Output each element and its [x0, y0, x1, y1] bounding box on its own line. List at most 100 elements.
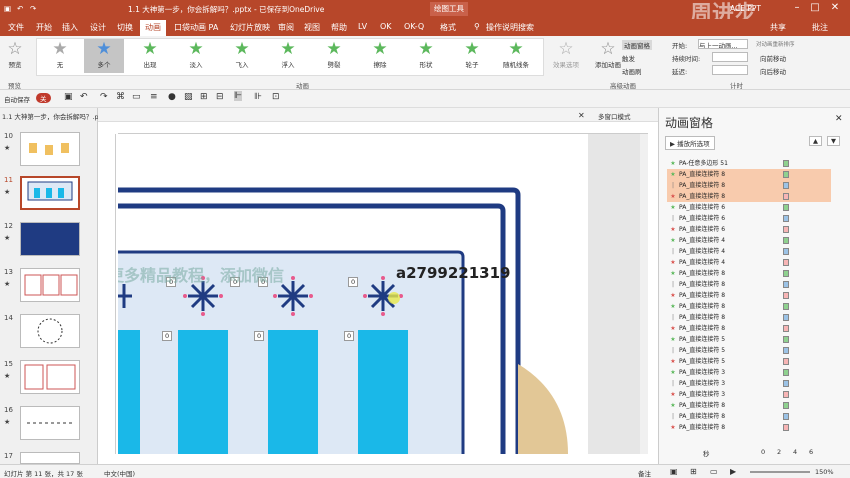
arrange-icon[interactable]: ⊟ [216, 92, 224, 102]
slide-thumbnail[interactable] [20, 452, 80, 464]
view-mode-toggle[interactable]: 多窗口模式 [598, 111, 631, 121]
redo-icon[interactable]: ↷ [100, 92, 108, 102]
animation-item[interactable]: | PA_直接连接符 8 [667, 312, 831, 323]
undo-icon[interactable]: ↶ [80, 92, 88, 102]
effect-fade[interactable]: ★ 淡入 [176, 39, 216, 73]
minimize-icon[interactable]: – [790, 2, 804, 16]
circle-icon[interactable]: ● [168, 92, 176, 102]
animation-painter-button[interactable]: 动画刷 [622, 66, 642, 76]
effect-options-button[interactable]: ☆ 效果选项 [546, 39, 586, 73]
save-icon[interactable]: ▣ [4, 4, 11, 13]
start-select[interactable]: 与上一动画... [698, 39, 748, 49]
slide-thumbnail[interactable] [20, 132, 80, 166]
effect-none[interactable]: ★ 无 [40, 39, 80, 73]
slide-sorter-icon[interactable]: ⊞ [690, 467, 697, 476]
animation-item[interactable]: ★ PA_直接连接符 8 [667, 301, 831, 312]
tab-review[interactable]: 审阅 [278, 22, 294, 33]
tab-file[interactable]: 文件 [8, 22, 24, 33]
slideshow-icon[interactable]: ▶ [730, 467, 736, 476]
slide-thumbnail[interactable] [20, 222, 80, 256]
move-earlier-button[interactable]: 向前移动 [760, 53, 786, 63]
effect-appear[interactable]: ★ 出现 [130, 39, 170, 73]
animation-item[interactable]: ★ PA_直接连接符 8 [667, 422, 831, 433]
autosave-toggle[interactable]: 关 [36, 93, 51, 103]
animation-item[interactable]: ★ PA_直接连接符 8 [667, 268, 831, 279]
animation-item[interactable]: ★ PA_直接连接符 4 [667, 235, 831, 246]
animation-item[interactable]: ★ PA_直接连接符 8 [667, 290, 831, 301]
tab-slideshow[interactable]: 幻灯片放映 [230, 22, 270, 33]
animation-item[interactable]: ★ PA_直接连接符 8 [667, 323, 831, 334]
tab-format[interactable]: 格式 [440, 22, 456, 33]
redo-icon[interactable]: ↷ [30, 4, 36, 13]
animation-item[interactable]: ★ PA_直接连接符 8 [667, 400, 831, 411]
share-button[interactable]: 共享 [770, 22, 786, 33]
animation-item[interactable]: ★ PA_直接连接符 8 [667, 169, 831, 180]
document-tab[interactable]: 1.1 大神第一步，你会拆解吗？.pptx [0, 108, 98, 122]
duration-input[interactable] [712, 52, 748, 62]
effect-shape[interactable]: ★ 形状 [406, 39, 446, 73]
tab-insert[interactable]: 插入 [62, 22, 78, 33]
tab-animations[interactable]: 动画 [140, 20, 166, 36]
delay-input[interactable] [712, 65, 748, 75]
distribute-vertical-icon[interactable]: ⊪ [254, 92, 262, 102]
animation-item[interactable]: | PA_直接连接符 8 [667, 279, 831, 290]
animation-item[interactable]: | PA_直接连接符 6 [667, 213, 831, 224]
animation-item[interactable]: ★ PA_直接连接符 8 [667, 191, 831, 202]
effect-multiple[interactable]: ★ 多个 [84, 39, 124, 73]
tab-design[interactable]: 设计 [90, 22, 106, 33]
animation-item[interactable]: | PA_直接连接符 8 [667, 180, 831, 191]
animation-item[interactable]: ★ PA_直接连接符 3 [667, 389, 831, 400]
trigger-button[interactable]: 触发 [622, 53, 635, 63]
move-later-button[interactable]: 向后移动 [760, 66, 786, 76]
effect-wipe[interactable]: ★ 擦除 [360, 39, 400, 73]
animation-item[interactable]: | PA_直接连接符 4 [667, 246, 831, 257]
animation-item[interactable]: ★ PA_直接连接符 4 [667, 257, 831, 268]
effect-split[interactable]: ★ 劈裂 [314, 39, 354, 73]
animation-item[interactable]: ★ PA_直接连接符 6 [667, 224, 831, 235]
tab-lv[interactable]: LV [358, 22, 367, 31]
animation-item[interactable]: ★ PA_直接连接符 6 [667, 202, 831, 213]
close-icon[interactable]: ✕ [835, 114, 843, 124]
animation-item[interactable]: | PA_直接连接符 3 [667, 378, 831, 389]
comment-button[interactable]: 批注 [812, 22, 828, 33]
slide-thumbnail[interactable] [20, 314, 80, 348]
tab-view[interactable]: 视图 [304, 22, 320, 33]
close-icon[interactable]: ✕ [828, 2, 842, 16]
effect-fly-in[interactable]: ★ 飞入 [222, 39, 262, 73]
animation-item[interactable]: ★ PA-任意多边形 51 [667, 158, 831, 169]
preview-button[interactable]: ☆ 预览 [0, 39, 30, 73]
animation-item[interactable]: | PA_直接连接符 8 [667, 411, 831, 422]
image-icon[interactable]: ▧ [184, 92, 193, 102]
notes-button[interactable]: 备注 [638, 468, 651, 478]
size-icon[interactable]: ⊡ [272, 92, 280, 102]
search-icon[interactable]: ⚲ [474, 22, 480, 31]
tab-transitions[interactable]: 切换 [117, 22, 133, 33]
animation-item[interactable]: ★ PA_直接连接符 5 [667, 356, 831, 367]
tell-me-search[interactable]: 操作说明搜索 [486, 22, 534, 33]
effect-random-bars[interactable]: ★ 随机线条 [496, 39, 536, 73]
move-up-button[interactable]: ▲ [809, 136, 822, 146]
undo-icon[interactable]: ↶ [17, 4, 23, 13]
tab-pocket-animation[interactable]: 口袋动画 PA [174, 22, 218, 33]
slide-thumbnail[interactable] [20, 406, 80, 440]
tab-okq[interactable]: OK-Q [404, 22, 424, 31]
group-icon[interactable]: ⊞ [200, 92, 208, 102]
tab-help[interactable]: 帮助 [331, 22, 347, 33]
vertical-scrollbar[interactable] [640, 134, 648, 454]
move-down-button[interactable]: ▼ [827, 136, 840, 146]
animation-item[interactable]: ★ PA_直接连接符 3 [667, 367, 831, 378]
format-painter-icon[interactable]: ⌘ [116, 92, 125, 102]
animation-item[interactable]: ★ PA_直接连接符 5 [667, 334, 831, 345]
slide-thumbnail-active[interactable] [20, 176, 80, 210]
normal-view-icon[interactable]: ▣ [670, 467, 678, 476]
tab-ok[interactable]: OK [380, 22, 392, 31]
tab-home[interactable]: 开始 [36, 22, 52, 33]
effect-float-in[interactable]: ★ 浮入 [268, 39, 308, 73]
maximize-icon[interactable]: □ [808, 2, 822, 16]
animation-item[interactable]: | PA_直接连接符 5 [667, 345, 831, 356]
distribute-icon[interactable]: ⊩ [234, 91, 242, 101]
align-icon[interactable]: ≡ [150, 92, 158, 102]
slide-thumbnail[interactable] [20, 360, 80, 394]
slide-canvas[interactable]: 0 0 0 0 0 0 0 更多精品教程，添加微信 a2799221319 [118, 134, 648, 454]
zoom-slider[interactable] [750, 471, 810, 473]
